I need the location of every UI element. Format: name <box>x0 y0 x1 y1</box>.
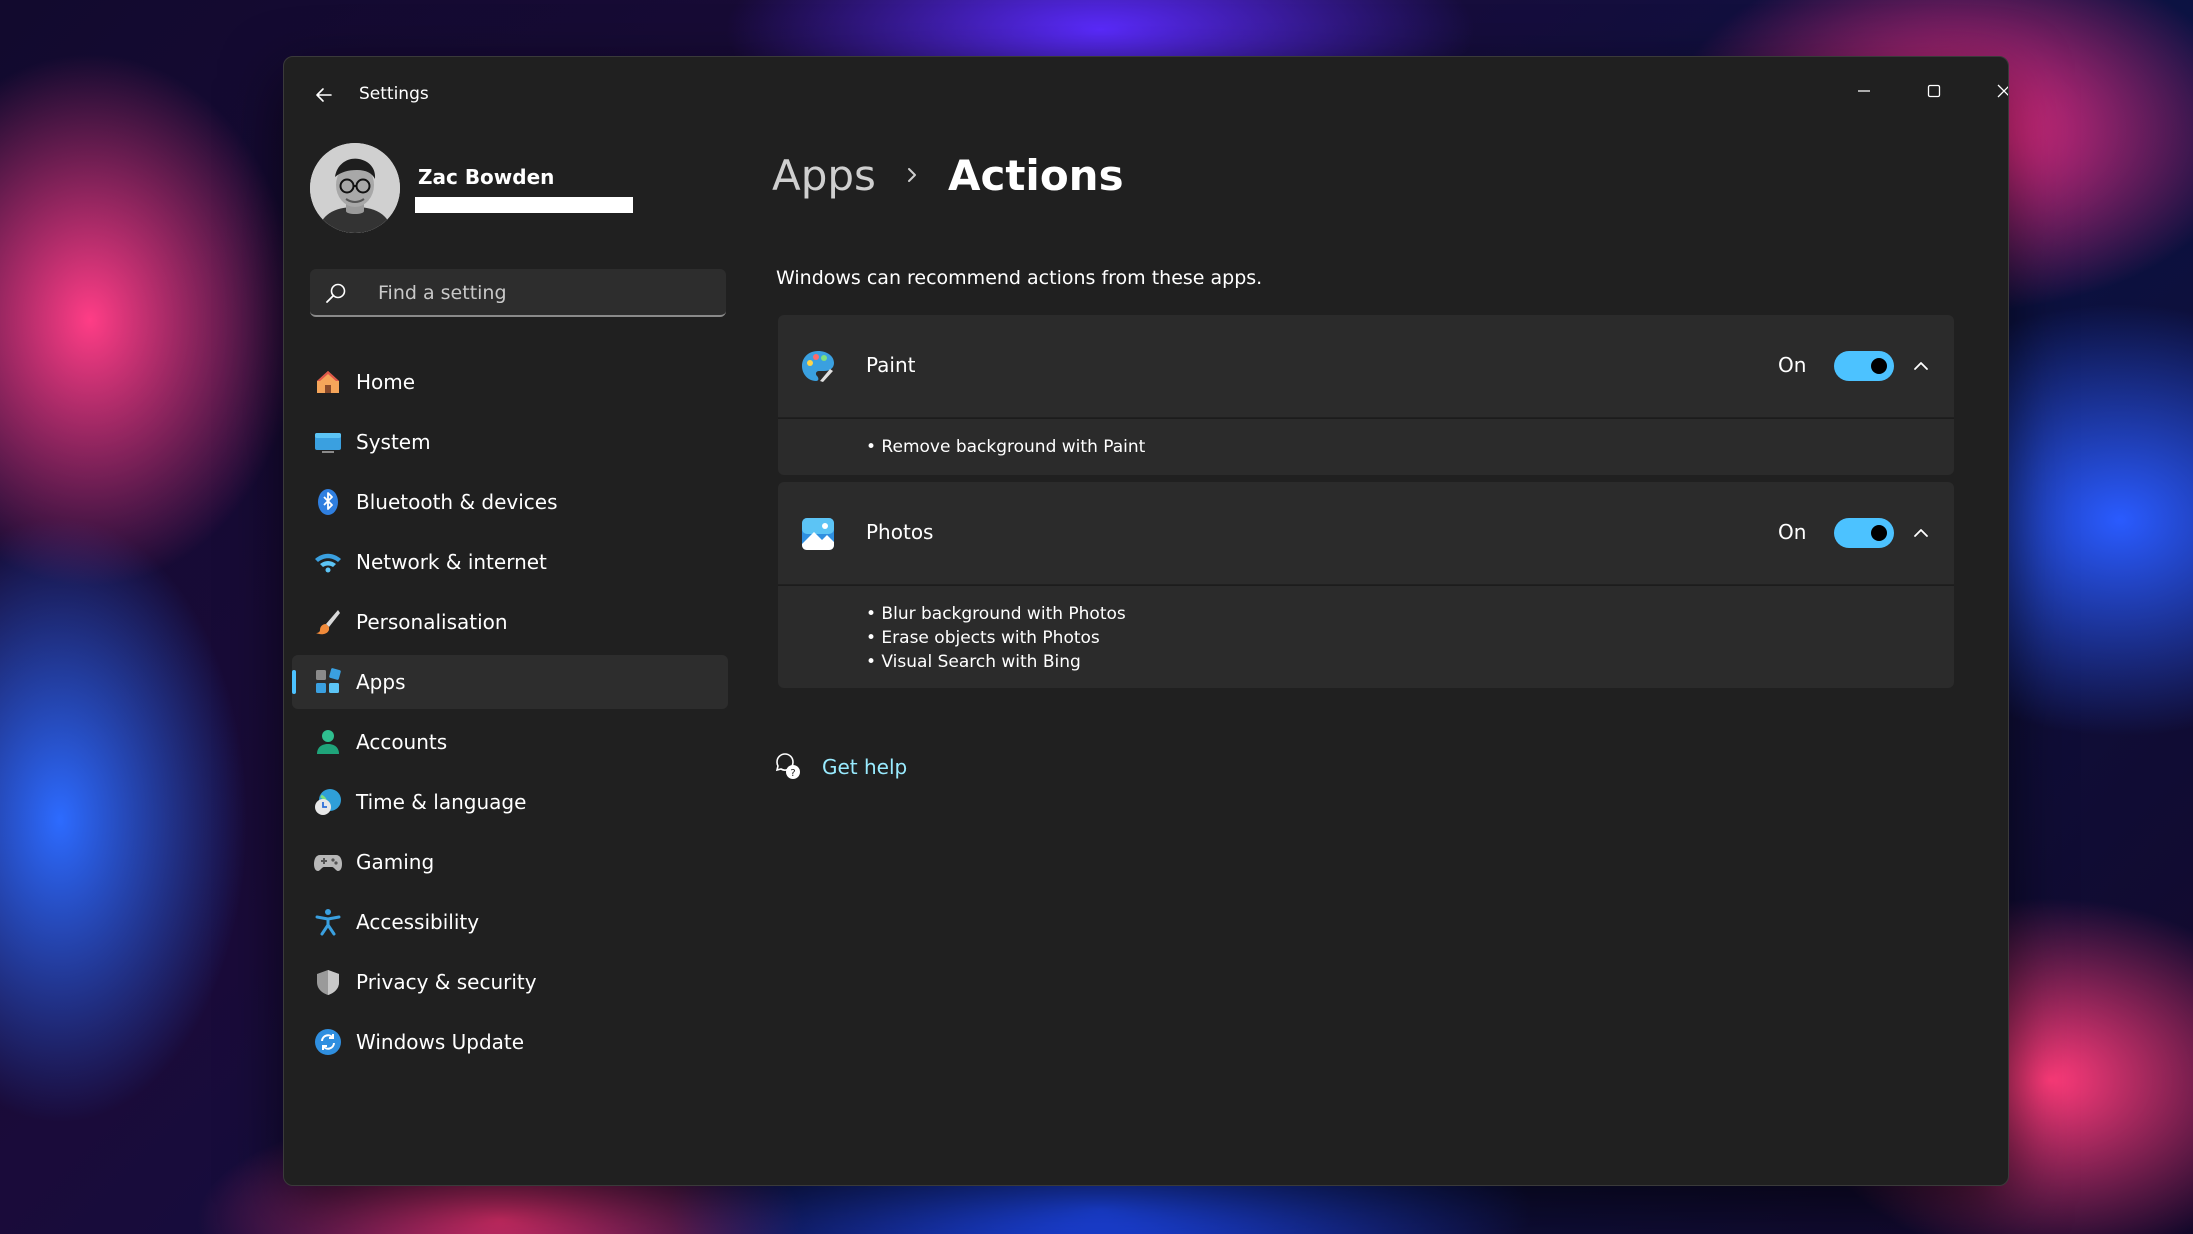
minimize-button[interactable] <box>1838 71 1890 111</box>
toggle-state-label: On <box>1778 353 1807 377</box>
user-name: Zac Bowden <box>418 165 555 189</box>
sidebar-item-bluetooth[interactable]: Bluetooth & devices <box>292 475 728 529</box>
window-title: Settings <box>359 84 429 104</box>
sidebar-item-label: Personalisation <box>356 610 508 634</box>
app-name: Paint <box>866 353 916 377</box>
sidebar-item-label: Home <box>356 370 416 394</box>
action-item: • Blur background with Photos <box>866 604 1126 624</box>
toggle-state-label: On <box>1778 520 1807 544</box>
sidebar-item-gaming[interactable]: Gaming <box>292 835 728 889</box>
minimize-icon <box>1858 90 1870 92</box>
paint-icon <box>800 349 836 385</box>
app-card-header-photos[interactable]: Photos On <box>778 482 1954 584</box>
chevron-up-icon <box>1914 362 1928 370</box>
sidebar-item-label: Windows Update <box>356 1030 525 1054</box>
page-description: Windows can recommend actions from these… <box>776 267 1263 289</box>
page-title: Actions <box>947 150 1124 200</box>
get-help-link[interactable]: ? Get help <box>772 747 907 787</box>
sidebar-item-time-language[interactable]: Time & language <box>292 775 728 829</box>
shield-icon <box>314 968 342 996</box>
bluetooth-icon <box>314 488 342 516</box>
action-item: • Erase objects with Photos <box>866 628 1100 648</box>
sidebar-item-label: System <box>356 430 431 454</box>
sidebar-item-accessibility[interactable]: Accessibility <box>292 895 728 949</box>
help-chat-icon: ? <box>772 751 804 783</box>
user-profile[interactable] <box>310 143 610 243</box>
sidebar-item-label: Accessibility <box>356 910 480 934</box>
sidebar-item-label: Time & language <box>356 790 527 814</box>
sidebar-item-windows-update[interactable]: Windows Update <box>292 1015 728 1069</box>
avatar-photo-icon <box>310 143 400 233</box>
action-item: • Visual Search with Bing <box>866 652 1081 672</box>
settings-window: Settings Zac Bowden Find a setting Home … <box>283 56 2009 1186</box>
paint-toggle[interactable] <box>1834 351 1894 381</box>
toggle-knob <box>1871 358 1887 374</box>
svg-text:?: ? <box>790 768 795 779</box>
sidebar-item-label: Accounts <box>356 730 448 754</box>
photos-icon <box>800 516 836 552</box>
breadcrumb-parent[interactable]: Apps <box>772 151 876 200</box>
sidebar-item-label: Apps <box>356 670 406 694</box>
sidebar-item-label: Network & internet <box>356 550 547 574</box>
gamepad-icon <box>314 848 342 876</box>
back-button[interactable] <box>306 77 342 113</box>
sidebar-item-label: Gaming <box>356 850 435 874</box>
sidebar-item-accounts[interactable]: Accounts <box>292 715 728 769</box>
update-icon <box>314 1028 342 1056</box>
person-icon <box>314 728 342 756</box>
sidebar-item-network[interactable]: Network & internet <box>292 535 728 589</box>
back-arrow-icon <box>316 88 332 102</box>
sidebar-item-system[interactable]: System <box>292 415 728 469</box>
search-icon <box>326 283 346 303</box>
maximize-icon <box>1927 84 1941 98</box>
close-icon <box>1997 84 2008 98</box>
user-email-redacted <box>415 197 633 213</box>
system-icon <box>314 428 342 456</box>
chevron-right-icon <box>904 165 920 185</box>
sidebar-item-label: Bluetooth & devices <box>356 490 558 514</box>
title-bar: Settings <box>284 57 2008 127</box>
search-input[interactable] <box>376 279 710 307</box>
brush-icon <box>314 608 342 636</box>
get-help-label: Get help <box>822 755 908 779</box>
sidebar-item-apps[interactable]: Apps <box>292 655 728 709</box>
sidebar-item-personalisation[interactable]: Personalisation <box>292 595 728 649</box>
app-name: Photos <box>866 520 934 544</box>
app-card-header-paint[interactable]: Paint On <box>778 315 1954 417</box>
sidebar-nav: Home System Bluetooth & devices Network … <box>292 355 728 1075</box>
chevron-up-icon <box>1914 529 1928 537</box>
photos-toggle[interactable] <box>1834 518 1894 548</box>
globe-clock-icon <box>314 788 342 816</box>
search-box[interactable] <box>310 269 726 317</box>
collapse-button[interactable] <box>1906 518 1936 548</box>
sidebar-item-home[interactable]: Home <box>292 355 728 409</box>
apps-icon <box>314 668 342 696</box>
breadcrumb: Apps Actions <box>772 145 1124 205</box>
maximize-button[interactable] <box>1908 71 1960 111</box>
collapse-button[interactable] <box>1906 351 1936 381</box>
accessibility-icon <box>314 908 342 936</box>
avatar <box>310 143 400 233</box>
action-item: • Remove background with Paint <box>866 437 1146 457</box>
home-icon <box>314 368 342 396</box>
close-button[interactable] <box>1978 71 2008 111</box>
app-card-body-photos: • Blur background with Photos • Erase ob… <box>778 585 1954 688</box>
app-card-body-paint: • Remove background with Paint <box>778 418 1954 475</box>
sidebar-item-label: Privacy & security <box>356 970 537 994</box>
toggle-knob <box>1871 525 1887 541</box>
sidebar-item-privacy-security[interactable]: Privacy & security <box>292 955 728 1009</box>
wifi-icon <box>314 548 342 576</box>
